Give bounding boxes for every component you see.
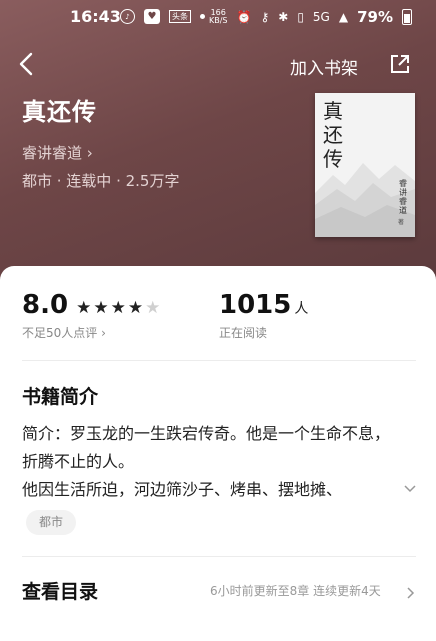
toc-heading[interactable]: 查看目录 (22, 577, 98, 604)
star-empty-icon: ★ (145, 298, 163, 318)
expand-intro-button[interactable] (404, 478, 416, 497)
toc-arrow[interactable] (407, 584, 415, 603)
chevron-right-icon: › (101, 326, 106, 340)
battery-icon (402, 9, 412, 25)
intro-text[interactable]: 简介：罗玉龙的一生跌宕传奇。他是一个生命不息， 折腾不止的人。 他因生活所迫，河… (22, 420, 412, 504)
divider (22, 556, 416, 557)
add-to-shelf-button[interactable]: 加入书架 (290, 54, 358, 79)
signal-5g: 5G (312, 10, 330, 24)
bluetooth-icon: ✱ (278, 10, 289, 24)
star-filled-icon: ★ (127, 298, 146, 318)
star-filled-icon: ★ (110, 298, 128, 318)
rating-score: 8.0 (22, 290, 69, 320)
back-button[interactable] (18, 52, 34, 76)
share-button[interactable] (389, 53, 411, 79)
book-meta: 都市 · 连载中 · 2.5万字 (22, 172, 180, 190)
star-filled-icon: ★ (76, 298, 94, 318)
status-notification-icons: ♪ ♥ 头条 (120, 9, 205, 24)
readers-block: 1015 人 (219, 290, 308, 320)
alarm-icon: ⏰ (236, 10, 252, 24)
star-filled-icon: ★ (93, 298, 111, 318)
cover-title: 真还传 (323, 99, 343, 171)
status-bar: 16:43 ♪ ♥ 头条 166 KB/S ⏰ ⚷ ✱ ▯ 5G ▲ 79% (0, 0, 436, 34)
intro-heading: 书籍简介 (22, 386, 99, 408)
divider (22, 360, 416, 361)
chevron-down-icon (404, 485, 416, 493)
update-status[interactable]: 6小时前更新至8章 连续更新4天 (210, 582, 381, 599)
share-icon (391, 55, 409, 73)
readers-count: 1015 (219, 290, 292, 320)
cover-author: 睿讲睿道 (399, 179, 407, 215)
rating-note-link[interactable]: 不足50人点评 › (22, 324, 106, 341)
vibrate-icon: ▯ (297, 10, 304, 24)
book-cover[interactable]: 真还传 睿讲睿道 著 (315, 93, 415, 237)
genre-tag[interactable]: 都市 (26, 510, 77, 535)
chevron-left-icon (19, 52, 33, 76)
intro-line: 他因生活所迫，河边筛沙子、烤串、摆地摊、 (22, 480, 343, 499)
intro-line: 折腾不止的人。 (22, 452, 135, 471)
readers-unit: 人 (294, 301, 309, 317)
chevron-right-icon: › (86, 144, 93, 162)
battery-percent: 79% (357, 8, 393, 26)
rating-block: 8.0 ★★★★★ (22, 290, 162, 320)
news-app-badge: 头条 (169, 10, 191, 23)
status-time: 16:43 (70, 7, 121, 26)
key-icon: ⚷ (260, 10, 270, 24)
chevron-right-icon (407, 587, 415, 599)
network-speed: 166 KB/S (208, 8, 228, 25)
readers-note: 正在阅读 (219, 326, 268, 340)
rating-note: 不足50人点评 (22, 326, 98, 340)
rating-stars: ★★★★★ (76, 298, 162, 318)
book-title: 真还传 (22, 98, 97, 126)
author-link[interactable]: 睿讲睿道 › (22, 142, 93, 163)
cover-author-suffix: 著 (398, 219, 405, 226)
app-notification-icon: ♪ (120, 9, 135, 24)
author-name: 睿讲睿道 (22, 144, 83, 162)
more-notifications-dot-icon (200, 14, 205, 19)
signal-icon: ▲ (338, 10, 349, 24)
health-app-icon: ♥ (144, 9, 160, 24)
status-system-icons: 166 KB/S ⏰ ⚷ ✱ ▯ 5G ▲ 79% (209, 8, 412, 26)
intro-line: 简介：罗玉龙的一生跌宕传奇。他是一个生命不息， (22, 424, 391, 443)
